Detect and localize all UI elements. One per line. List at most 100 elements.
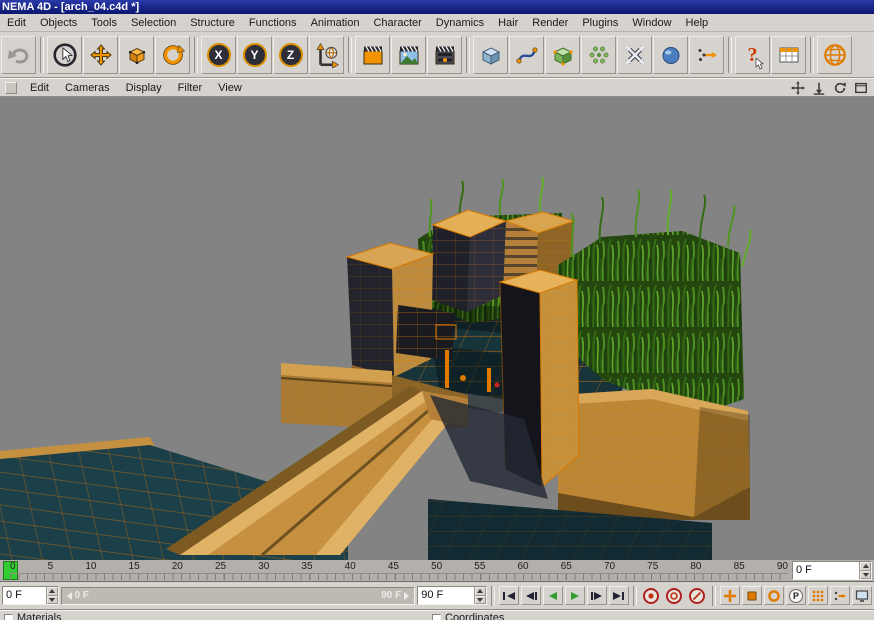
autokey-icon (666, 587, 683, 604)
title-bar[interactable]: NEMA 4D - [arch_04.c4d *] (0, 0, 874, 14)
add-spline-button[interactable] (509, 35, 544, 74)
play-backwards-button[interactable] (542, 586, 563, 605)
menu-functions[interactable]: Functions (242, 15, 304, 31)
interface-toggle-button[interactable] (851, 586, 872, 605)
main-toolbar: X Y Z ? (0, 32, 874, 78)
online-help-button[interactable] (817, 35, 852, 74)
vp-menu-display[interactable]: Display (118, 80, 170, 96)
menu-character[interactable]: Character (366, 15, 428, 31)
menu-dynamics[interactable]: Dynamics (429, 15, 491, 31)
cliff-right (558, 389, 750, 520)
timeline-tick: 90 (776, 561, 788, 572)
layout-button[interactable] (771, 35, 806, 74)
timeline-tick: 0 (10, 561, 16, 572)
render-settings-button[interactable] (427, 35, 462, 74)
record-rotation-toggle[interactable] (763, 586, 784, 605)
materials-panel-header[interactable]: Materials (4, 612, 62, 620)
current-frame-spinner[interactable]: 0 F (792, 561, 872, 580)
record-parameter-toggle[interactable]: P (785, 586, 806, 605)
range-left-arrow-icon (66, 591, 72, 600)
timeline-tick: 85 (733, 561, 745, 572)
render-picture-viewer-button[interactable] (391, 35, 426, 74)
add-cube-button[interactable] (473, 35, 508, 74)
maximize-view-button[interactable] (852, 80, 869, 95)
menu-render[interactable]: Render (525, 15, 575, 31)
add-particles-button[interactable] (689, 35, 724, 74)
toolbar-separator (40, 36, 44, 73)
record-keyframe-button[interactable] (641, 586, 662, 605)
zoom-view-button[interactable] (810, 80, 827, 95)
lock-x-axis-button[interactable]: X (201, 35, 236, 74)
add-array-button[interactable] (581, 35, 616, 74)
menu-window[interactable]: Window (625, 15, 678, 31)
viewport-bar-grip[interactable] (5, 81, 17, 94)
render-view-button[interactable] (355, 35, 390, 74)
play-forwards-button[interactable] (564, 586, 585, 605)
spinner-up-button[interactable] (46, 587, 58, 596)
vp-menu-edit[interactable]: Edit (22, 80, 57, 96)
rotate-view-button[interactable] (831, 80, 848, 95)
range-end-label: 90 F (381, 590, 402, 601)
move-tool-button[interactable] (83, 35, 118, 74)
live-selection-button[interactable] (47, 35, 82, 74)
materials-checkbox[interactable] (4, 613, 13, 620)
range-start-spinner[interactable]: 0 F (2, 586, 59, 605)
next-key-button[interactable] (586, 586, 607, 605)
vp-menu-cameras[interactable]: Cameras (57, 80, 118, 96)
record-position-toggle[interactable] (719, 586, 740, 605)
vp-menu-view[interactable]: View (210, 80, 250, 96)
render-view-icon (363, 45, 382, 64)
spinner-up-button[interactable] (860, 562, 871, 571)
record-scale-toggle[interactable] (741, 586, 762, 605)
record-pla-toggle[interactable] (807, 586, 828, 605)
goto-end-button[interactable] (608, 586, 629, 605)
scale-tool-button[interactable] (119, 35, 154, 74)
coordinates-checkbox[interactable] (432, 613, 441, 620)
keyframe-selection-button[interactable] (687, 586, 708, 605)
goto-start-button[interactable] (498, 586, 519, 605)
timeline-tick: 40 (344, 561, 356, 572)
add-instance-button[interactable] (545, 35, 580, 74)
record-pla-icon (812, 590, 824, 601)
menu-structure[interactable]: Structure (183, 15, 242, 31)
coordinates-panel-header[interactable]: Coordinates (432, 612, 504, 620)
vp-menu-filter[interactable]: Filter (170, 80, 210, 96)
help-button[interactable]: ? (735, 35, 770, 74)
timeline-tick: 15 (128, 561, 140, 572)
add-deformer-button[interactable] (617, 35, 652, 74)
undo-button[interactable] (1, 35, 36, 74)
spinner-down-button[interactable] (860, 570, 871, 579)
up-arrow-icon (477, 589, 484, 594)
play-forwards-icon (570, 591, 579, 600)
timeline-range-slider[interactable]: 0 F 90 F (60, 586, 416, 605)
viewport-3d[interactable] (0, 97, 874, 560)
menu-tools[interactable]: Tools (84, 15, 124, 31)
coordinate-system-button[interactable] (309, 35, 344, 74)
spinner-down-button[interactable] (474, 595, 486, 604)
spinner-up-button[interactable] (474, 587, 486, 596)
timeline-tick: 70 (603, 561, 616, 572)
menu-help[interactable]: Help (679, 15, 716, 31)
timeline-ruler[interactable]: 0 5 10 15 20 25 30 35 40 45 50 55 60 65 … (0, 560, 874, 582)
lock-y-axis-button[interactable]: Y (237, 35, 272, 74)
menu-selection[interactable]: Selection (124, 15, 183, 31)
menu-plugins[interactable]: Plugins (575, 15, 625, 31)
menu-hair[interactable]: Hair (491, 15, 525, 31)
cursor-icon (755, 57, 764, 69)
toolbar-separator (194, 36, 198, 73)
undo-icon (7, 48, 28, 64)
previous-key-button[interactable] (520, 586, 541, 605)
play-sound-toggle[interactable] (829, 586, 850, 605)
menu-edit[interactable]: Edit (0, 15, 33, 31)
rotate-tool-button[interactable] (155, 35, 190, 74)
menu-objects[interactable]: Objects (33, 15, 84, 31)
lock-z-axis-button[interactable]: Z (273, 35, 308, 74)
record-keyframe-icon (643, 587, 660, 604)
add-environment-button[interactable] (653, 35, 688, 74)
transport-separator (490, 585, 495, 606)
range-end-spinner[interactable]: 90 F (417, 586, 487, 605)
autokey-button[interactable] (664, 586, 685, 605)
menu-animation[interactable]: Animation (304, 15, 367, 31)
pan-view-button[interactable] (789, 80, 806, 95)
spinner-down-button[interactable] (46, 595, 58, 604)
